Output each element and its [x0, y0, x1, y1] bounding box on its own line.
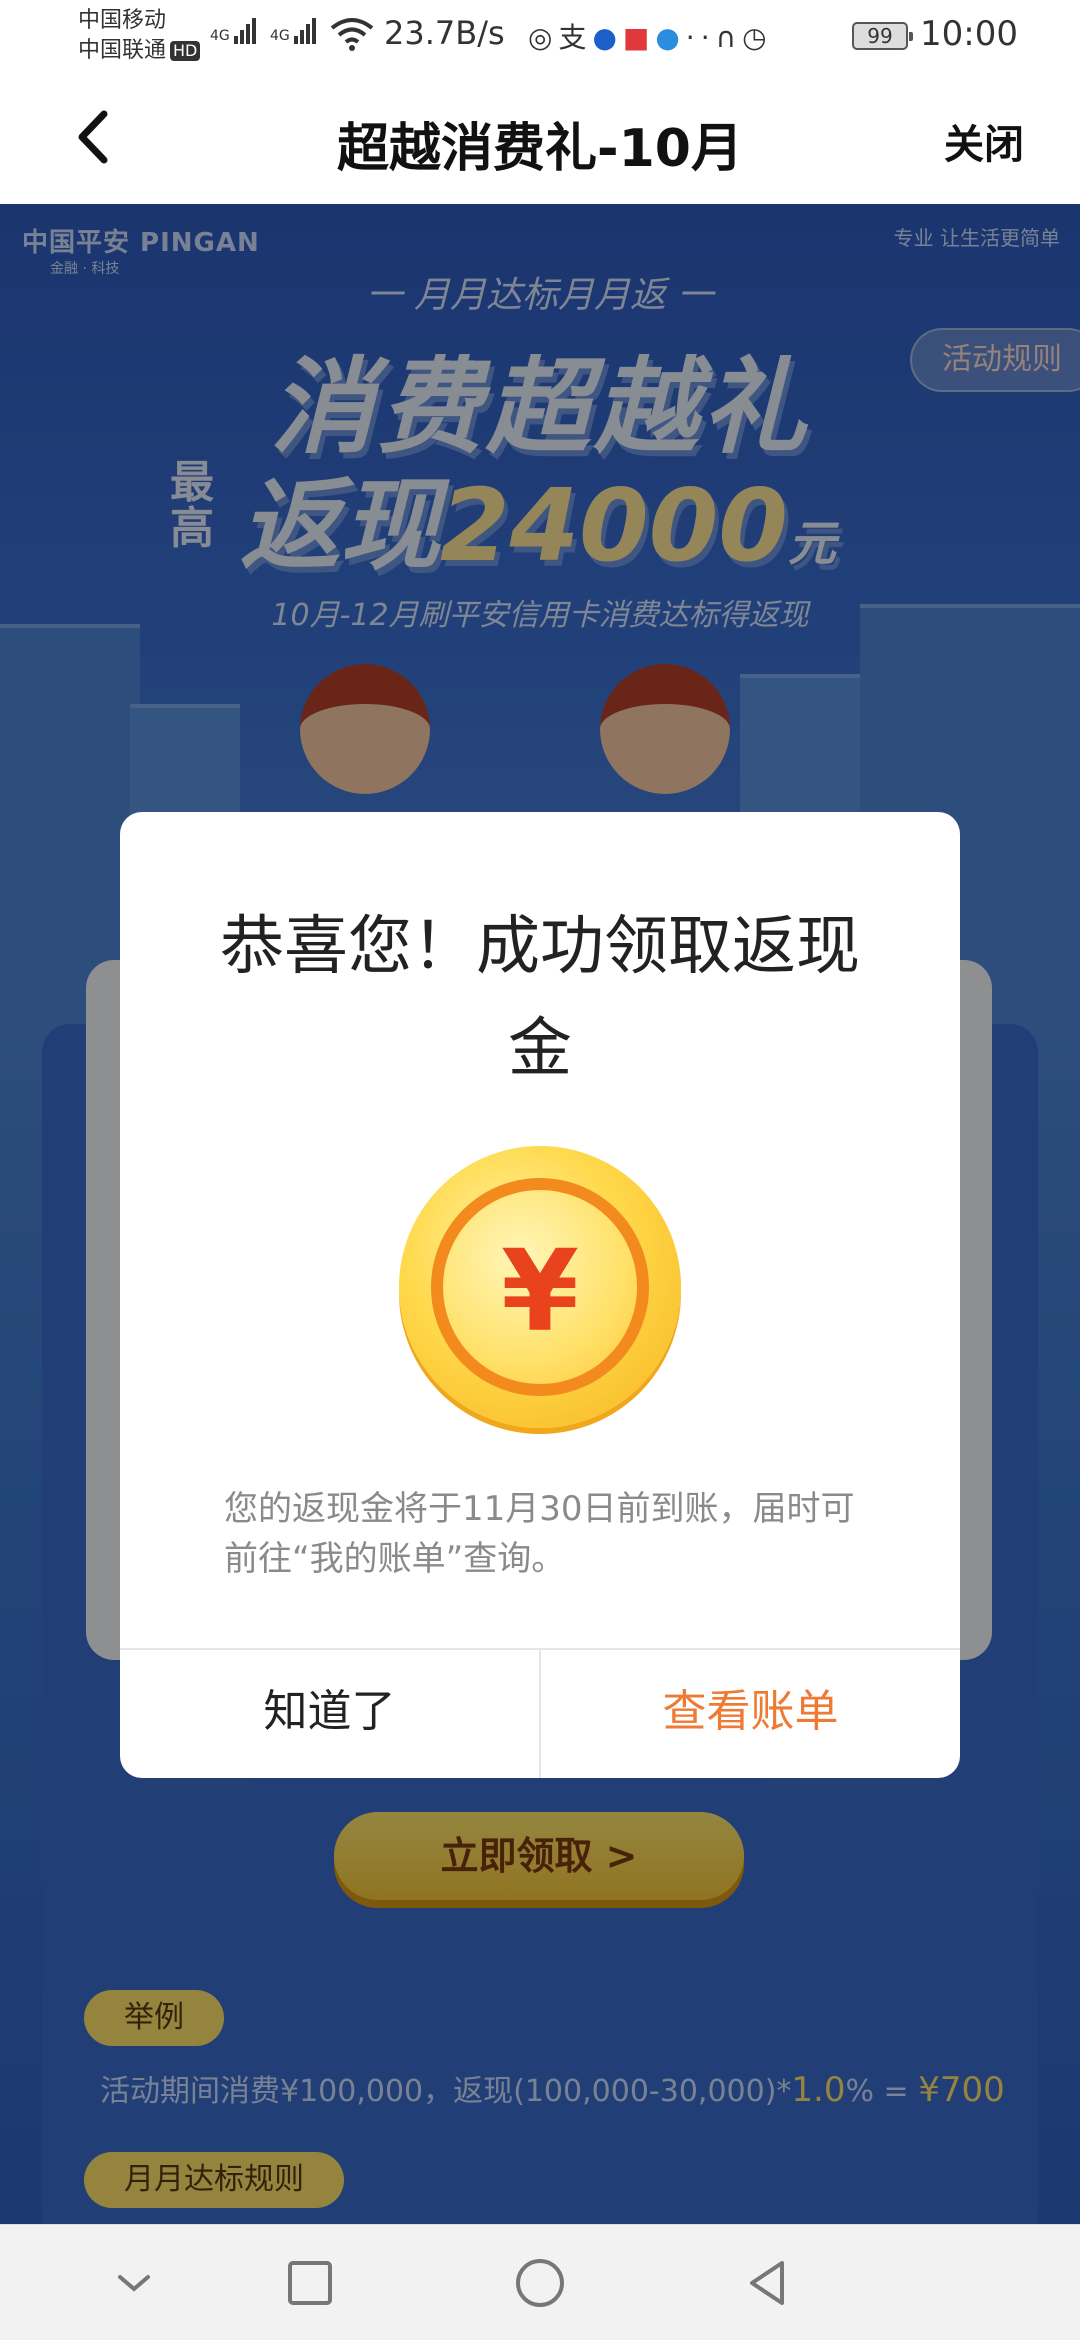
sim2-type: 4G	[270, 28, 290, 44]
carrier-info: 中国移动 中国联通 HD	[78, 6, 201, 66]
hd-badge: HD	[170, 41, 201, 61]
carrier-2: 中国联通	[78, 38, 167, 63]
system-nav-bar	[0, 2224, 1080, 2340]
net-speed: 23.7B/s	[384, 14, 505, 52]
circle-icon	[516, 2259, 564, 2307]
triangle-back-icon	[750, 2261, 784, 2305]
close-button[interactable]: 关闭	[944, 112, 1024, 170]
view-bill-button[interactable]: 查看账单	[541, 1650, 960, 1778]
reader-icon: ■	[622, 21, 656, 54]
alipay-icon: 支	[558, 21, 593, 54]
collapse-button[interactable]	[104, 2253, 164, 2313]
wifi-icon	[330, 16, 374, 56]
wechat-icon: ◎	[528, 21, 559, 54]
back-nav-button[interactable]	[738, 2253, 798, 2313]
coin-ring: ¥	[431, 1178, 649, 1396]
battery-indicator: 99	[852, 22, 913, 50]
carrier-1: 中国移动	[78, 8, 167, 33]
dialog-title: 恭喜您！成功领取返现金	[220, 910, 860, 1086]
yen-icon: ¥	[501, 1227, 579, 1357]
notification-icons: ◎支●■●··∩◷	[528, 21, 773, 54]
home-button[interactable]	[510, 2253, 570, 2313]
clock: 10:00	[920, 14, 1018, 54]
alarm-icon: ◷	[742, 21, 773, 54]
signal-icon-2: 4G	[270, 18, 318, 44]
dialog-message: 您的返现金将于11月30日前到账，届时可前往“我的账单”查询。	[224, 1489, 855, 1579]
app-icon: ●	[592, 21, 623, 54]
page-title: 超越消费礼-10月	[337, 119, 743, 179]
status-bar: 中国移动 中国联通 HD 4G 4G 23.7B/s ◎支●■●··∩◷ 99 1…	[0, 0, 1080, 72]
signal-icon-1: 4G	[210, 18, 258, 44]
got-it-button[interactable]: 知道了	[120, 1650, 539, 1778]
headset-icon: ∩	[715, 21, 743, 54]
sim1-type: 4G	[210, 28, 230, 44]
coin-icon: ¥	[399, 1146, 681, 1428]
recents-button[interactable]	[280, 2253, 340, 2313]
square-icon	[288, 2261, 332, 2305]
browser-icon: ●	[655, 21, 686, 54]
chevron-down-icon	[118, 2275, 150, 2292]
success-dialog: 恭喜您！成功领取返现金 ¥ 您的返现金将于11月30日前到账，届时可前往“我的账…	[120, 812, 960, 1778]
nav-bar: 超越消费礼-10月 关闭	[0, 72, 1080, 204]
